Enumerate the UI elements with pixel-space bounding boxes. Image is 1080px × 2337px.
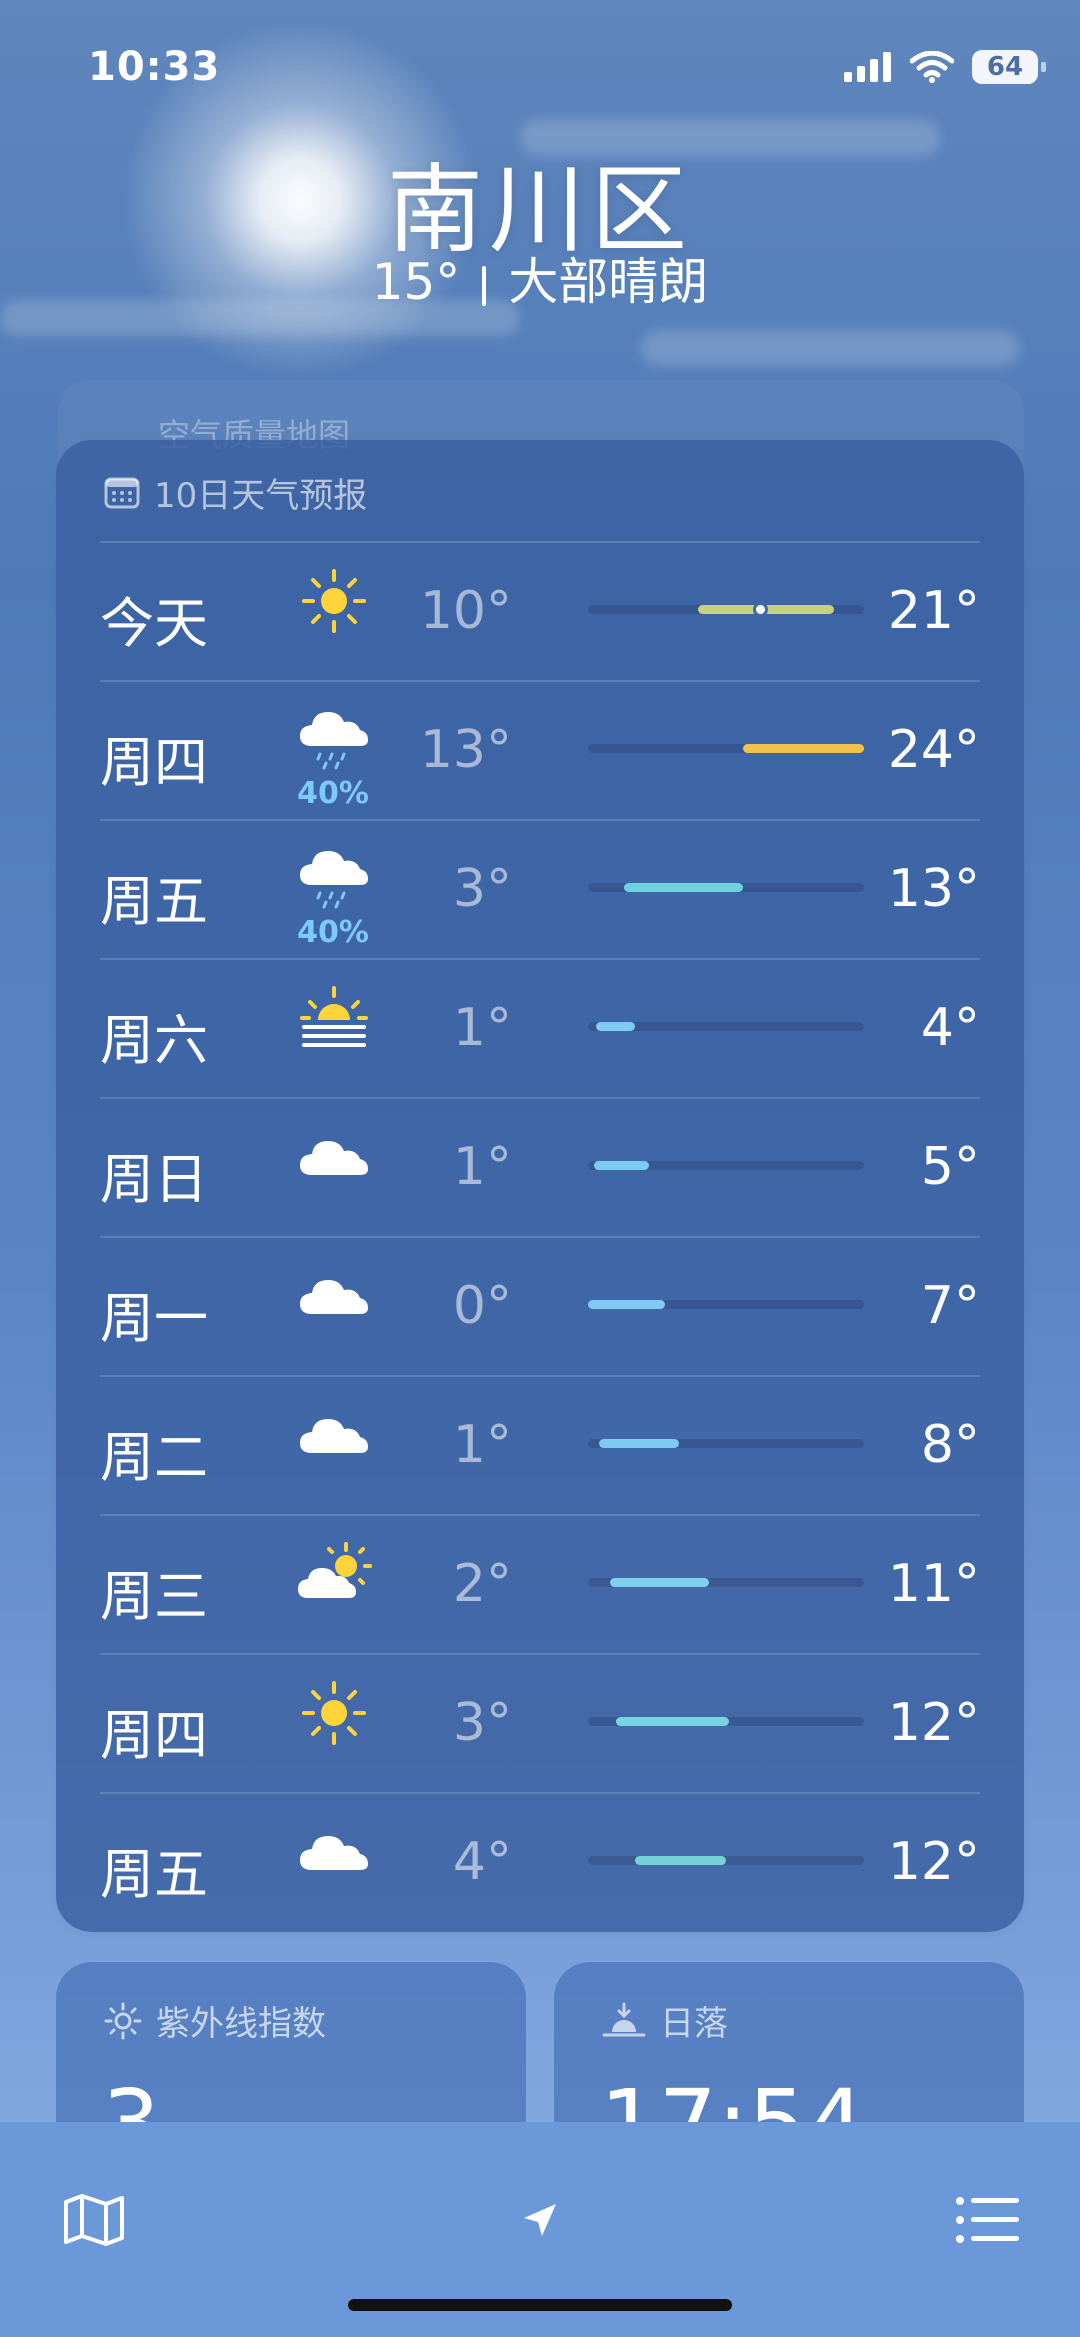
forecast-day: 周一 (100, 1287, 208, 1350)
status-bar: 10:33 64 (0, 0, 1080, 130)
low-temp: 1° (452, 1137, 512, 1197)
forecast-row: 周五 4° 12° (100, 1794, 980, 1933)
sunset-icon (602, 2002, 646, 2036)
temp-range-fill (623, 883, 743, 892)
temp-range-bar (588, 1300, 864, 1309)
temp-range-fill (599, 1439, 680, 1448)
separator (482, 265, 487, 306)
forecast-title: 10日天气预报 (154, 475, 368, 516)
temp-range-bar (588, 1161, 864, 1170)
uv-title: 紫外线指数 (156, 2004, 326, 2044)
current-temperature: 15° (371, 253, 461, 311)
battery-indicator: 64 (972, 50, 1046, 84)
temp-range-bar (588, 883, 864, 892)
low-temp: 3° (452, 1693, 512, 1753)
temp-range-bar (588, 1717, 864, 1726)
precip-chance: 40% (297, 915, 369, 950)
high-temp: 5° (920, 1137, 980, 1197)
temp-range-bar (588, 1578, 864, 1587)
low-temp: 3° (452, 859, 512, 919)
status-time: 10:33 (88, 44, 221, 90)
low-temp: 0° (452, 1276, 512, 1336)
forecast-day: 周五 (100, 1843, 208, 1906)
low-temp: 13° (419, 720, 512, 780)
cloud-streak (640, 330, 1020, 366)
cellular-signal-icon (844, 52, 891, 82)
list-icon (956, 2197, 1019, 2243)
forecast-row: 今天 10° 21° (100, 543, 980, 682)
high-temp: 12° (887, 1832, 980, 1892)
forecast-day: 周日 (100, 1148, 208, 1211)
low-temp: 2° (452, 1554, 512, 1614)
sun-outline-icon (104, 2002, 142, 2039)
temp-range-fill (634, 1856, 726, 1865)
forecast-day: 周六 (100, 1009, 208, 1072)
uv-header: 紫外线指数 (104, 1996, 326, 2045)
high-temp: 7° (920, 1276, 980, 1336)
forecast-row: 周六 1° 4° (100, 960, 980, 1099)
temp-range-fill (610, 1578, 710, 1587)
high-temp: 11° (887, 1554, 980, 1614)
precip-chance: 40% (297, 776, 369, 811)
forecast-row: 周三 2° 11° (100, 1516, 980, 1655)
low-temp: 10° (419, 581, 512, 641)
forecast-day: 今天 (100, 592, 208, 655)
temp-range-fill (742, 744, 864, 753)
current-condition: 大部晴朗 (508, 253, 709, 311)
high-temp: 4° (920, 998, 980, 1058)
forecast-row: 周四 40% 13° 24° (100, 682, 980, 821)
forecast-row: 周一 0° 7° (100, 1238, 980, 1377)
forecast-day: 周四 (100, 731, 208, 794)
sunset-title: 日落 (660, 2004, 728, 2044)
forecast-row: 周日 1° 5° (100, 1099, 980, 1238)
temp-range-bar (588, 1022, 864, 1031)
high-temp: 21° (887, 581, 980, 641)
current-temp-marker (752, 602, 768, 617)
sunset-header: 日落 (602, 1996, 728, 2045)
temp-range-bar (588, 1856, 864, 1865)
forecast-row: 周五 40% 3° 13° (100, 821, 980, 960)
temp-range-bar (588, 744, 864, 753)
forecast-row: 周四 3° 12° (100, 1655, 980, 1794)
low-temp: 1° (452, 998, 512, 1058)
temp-range-bar (588, 602, 864, 617)
forecast-row: 周二 1° 8° (100, 1377, 980, 1516)
city-list-button[interactable] (950, 2182, 1026, 2258)
temp-range-fill (615, 1717, 729, 1726)
bottom-toolbar (0, 2122, 1080, 2337)
map-button[interactable] (56, 2182, 132, 2258)
ten-day-forecast-card[interactable]: 10日天气预报 今天 10° 21° 周四 40% 13° 24° 周五 40% 3° 13° 周六 1… (56, 440, 1024, 1932)
high-temp: 12° (887, 1693, 980, 1753)
status-right: 64 (844, 50, 1046, 84)
high-temp: 24° (887, 720, 980, 780)
forecast-header: 10日天气预报 (104, 470, 368, 516)
current-location-button[interactable] (502, 2182, 578, 2258)
forecast-day: 周二 (100, 1426, 208, 1489)
forecast-day: 周四 (100, 1704, 208, 1767)
high-temp: 13° (887, 859, 980, 919)
low-temp: 1° (452, 1415, 512, 1475)
forecast-day: 周三 (100, 1565, 208, 1628)
calendar-icon (104, 477, 140, 509)
current-summary: 15° 大部晴朗 (0, 242, 1080, 314)
high-temp: 8° (920, 1415, 980, 1475)
temp-range-fill (596, 1022, 635, 1031)
home-indicator[interactable] (348, 2299, 732, 2311)
wifi-icon (910, 51, 954, 83)
temp-range-fill (593, 1161, 649, 1170)
temp-range-fill (588, 1300, 666, 1309)
location-arrow-icon (524, 2204, 556, 2236)
temp-range-bar (588, 1439, 864, 1448)
low-temp: 4° (452, 1832, 512, 1892)
map-icon (64, 2194, 124, 2246)
forecast-day: 周五 (100, 870, 208, 933)
